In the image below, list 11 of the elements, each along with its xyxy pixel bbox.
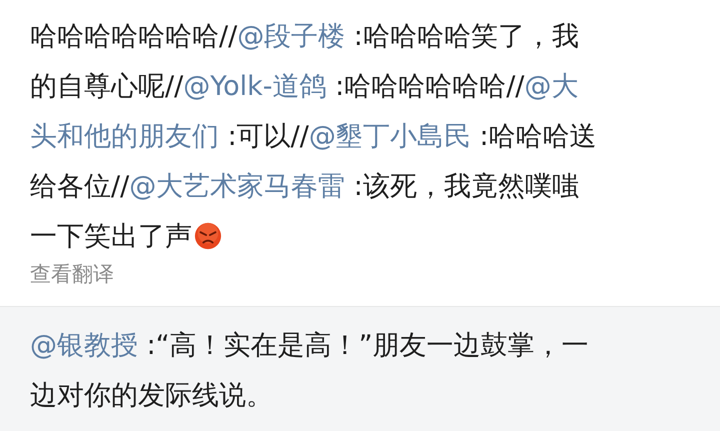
mention-link[interactable]: @Yolk-道鸽 [183,71,327,102]
mention-link[interactable]: @大 [524,71,578,102]
angry-emoji-icon [194,222,222,250]
mention-link[interactable]: @大艺术家马春雷 [129,171,346,202]
reply-text: @银教授 :“高！实在是高！”朋友一边鼓掌，一 边对你的发际线说。 [30,329,590,413]
mention-link[interactable]: @银教授 [30,330,138,361]
mention-link[interactable]: @墾丁小島民 [308,121,471,152]
comment-text: 哈哈哈哈哈哈哈//@段子楼 :哈哈哈哈笑了，我 的自尊心呢//@Yolk-道鸽 :哈哈哈哈哈哈//@大 头和他的朋友们 :可以//@墾丁小島民 :哈哈哈送 给各位//@大艺术家马春雷 :该死，我竟然噗嗤 一下笑出了声 [30,20,598,254]
mention-link[interactable]: @段子楼 [237,21,346,52]
mention-link[interactable]: 头和他的朋友们 [30,121,219,152]
translate-link[interactable]: 查看翻译 [30,260,114,288]
